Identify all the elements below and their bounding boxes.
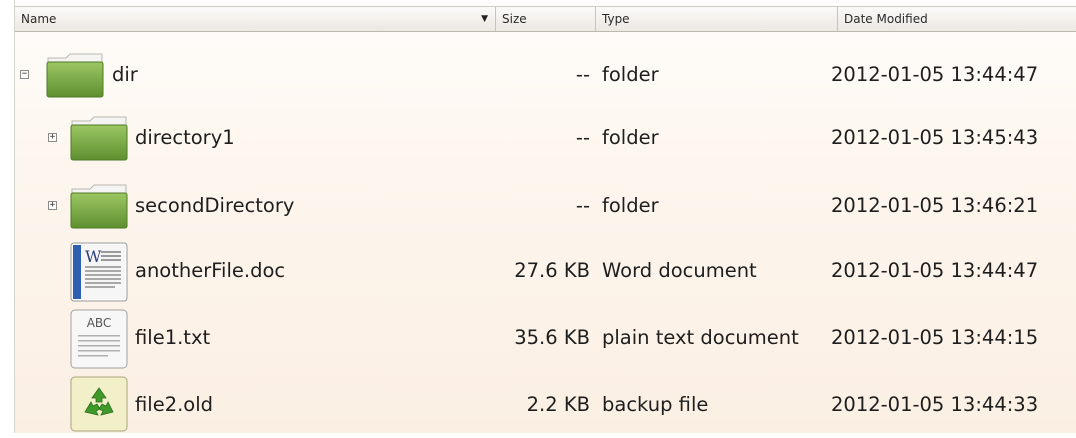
file-name: anotherFile.doc bbox=[135, 259, 286, 282]
file-size: -- bbox=[575, 63, 590, 86]
file-date-modified: 2012-01-05 13:46:21 bbox=[831, 194, 1039, 217]
file-date-modified: 2012-01-05 13:45:43 bbox=[831, 126, 1039, 149]
sort-descending-icon: ▼ bbox=[481, 14, 488, 24]
folder-icon bbox=[70, 116, 128, 161]
backup-file-icon bbox=[70, 376, 128, 432]
file-type: backup file bbox=[602, 393, 709, 416]
file-name: dir bbox=[112, 63, 138, 86]
file-name: file2.old bbox=[135, 393, 214, 416]
collapse-icon[interactable]: − bbox=[20, 70, 29, 79]
column-header-type[interactable]: Type bbox=[596, 7, 838, 31]
file-type: plain text document bbox=[602, 326, 799, 349]
column-header-date-modified[interactable]: Date Modified bbox=[838, 7, 1076, 31]
file-type: folder bbox=[602, 126, 659, 149]
file-date-modified: 2012-01-05 13:44:33 bbox=[831, 393, 1039, 416]
file-date-modified: 2012-01-05 13:44:15 bbox=[831, 326, 1039, 349]
file-size: 2.2 KB bbox=[526, 393, 590, 416]
file-size: -- bbox=[575, 126, 590, 149]
file-name: secondDirectory bbox=[135, 194, 295, 217]
file-date-modified: 2012-01-05 13:44:47 bbox=[831, 63, 1039, 86]
folder-icon bbox=[46, 53, 104, 98]
table-row[interactable]: ABC file1.txt 35.6 KB plain text documen… bbox=[15, 305, 1076, 371]
word-document-icon: W bbox=[70, 242, 128, 302]
column-header-size[interactable]: Size bbox=[496, 7, 596, 31]
file-size: -- bbox=[575, 194, 590, 217]
file-size: 27.6 KB bbox=[514, 259, 590, 282]
text-document-icon: ABC bbox=[70, 309, 128, 369]
table-row[interactable]: + directory1 -- folder 2012-01-05 13:45:… bbox=[15, 105, 1076, 171]
column-header-size-label: Size bbox=[502, 12, 527, 26]
column-header-type-label: Type bbox=[602, 12, 630, 26]
file-type: Word document bbox=[602, 259, 757, 282]
folder-icon bbox=[70, 184, 128, 229]
column-header-name[interactable]: Name ▼ bbox=[15, 7, 496, 31]
file-browser-window: Name ▼ Size Type Date Modified − dir -- … bbox=[0, 0, 1076, 433]
expand-icon[interactable]: + bbox=[48, 133, 57, 142]
table-row[interactable]: − dir -- folder 2012-01-05 13:44:47 bbox=[15, 42, 1076, 108]
table-row[interactable]: + secondDirectory -- folder 2012-01-05 1… bbox=[15, 173, 1076, 239]
file-date-modified: 2012-01-05 13:44:47 bbox=[831, 259, 1039, 282]
table-row[interactable]: W anotherFile.doc 27.6 KB Word document … bbox=[15, 238, 1076, 304]
file-type: folder bbox=[602, 63, 659, 86]
file-name: file1.txt bbox=[135, 326, 211, 349]
expand-icon[interactable]: + bbox=[48, 201, 57, 210]
column-header-name-label: Name bbox=[21, 12, 57, 26]
column-header-date-label: Date Modified bbox=[844, 12, 928, 26]
file-type: folder bbox=[602, 194, 659, 217]
text-icon-letters: ABC bbox=[87, 316, 112, 330]
word-icon-letter: W bbox=[85, 247, 102, 266]
file-list-view[interactable]: Name ▼ Size Type Date Modified − dir -- … bbox=[14, 0, 1076, 433]
table-row[interactable]: file2.old 2.2 KB backup file 2012-01-05 … bbox=[15, 372, 1076, 438]
column-header-bar: Name ▼ Size Type Date Modified bbox=[15, 6, 1076, 32]
file-name: directory1 bbox=[135, 126, 235, 149]
file-size: 35.6 KB bbox=[514, 326, 590, 349]
